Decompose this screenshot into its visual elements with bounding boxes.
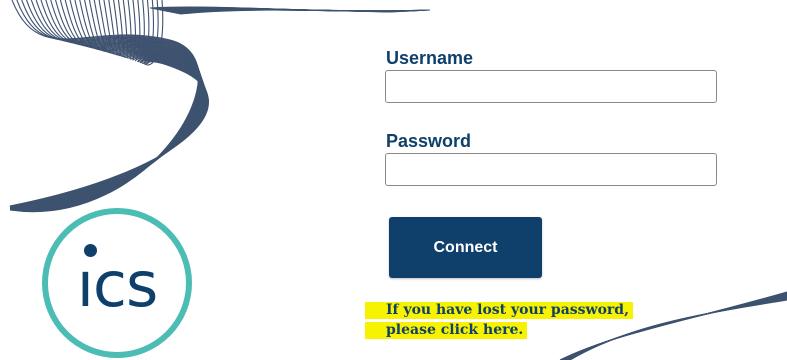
logo-text: ıcs [76,248,159,321]
connect-button[interactable]: Connect [389,217,542,278]
username-label: Username [386,48,474,68]
lost-password-line-1: If you have lost your password, [365,302,633,319]
password-input[interactable] [385,153,717,186]
ics-logo: ıcs [42,208,192,358]
lost-password-line-2: please click here. [365,322,528,339]
password-label: Password [386,131,472,151]
lost-password-link[interactable]: If you have lost your password, please c… [365,300,665,340]
username-input[interactable] [385,70,717,103]
